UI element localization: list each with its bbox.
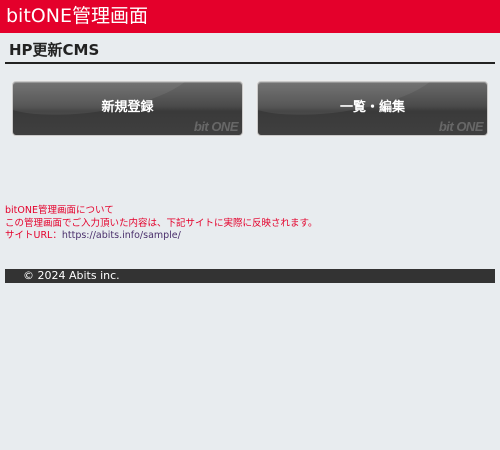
info-description: この管理画面でご入力頂いた内容は、下記サイトに実際に反映されます。 <box>5 217 318 229</box>
title-divider <box>5 62 495 64</box>
bitone-watermark-logo: bit ONE <box>438 119 484 134</box>
site-url-link[interactable]: https://abits.info/sample/ <box>62 230 181 241</box>
footer: © 2024 Abits inc. <box>5 269 495 283</box>
page-title: HP更新CMS <box>9 41 100 59</box>
new-registration-label: 新規登録 <box>101 100 154 115</box>
new-registration-button[interactable]: 新規登録 bit ONE <box>12 81 243 136</box>
info-heading: bitONE管理画面について <box>5 205 114 216</box>
list-edit-button[interactable]: 一覧・編集 bit ONE <box>257 81 488 136</box>
site-url-line: サイトURL：https://abits.info/sample/ <box>5 230 318 243</box>
top-header-bar: bitONE管理画面 <box>0 0 500 33</box>
site-url-label: サイトURL： <box>5 230 62 241</box>
list-edit-label: 一覧・編集 <box>339 100 405 115</box>
copyright-text: © 2024 Abits inc. <box>23 269 120 282</box>
bitone-watermark-logo: bit ONE <box>193 119 239 134</box>
info-block: bitONE管理画面について この管理画面でご入力頂いた内容は、下記サイトに実際… <box>5 205 318 243</box>
app-title: bitONE管理画面 <box>6 5 148 27</box>
